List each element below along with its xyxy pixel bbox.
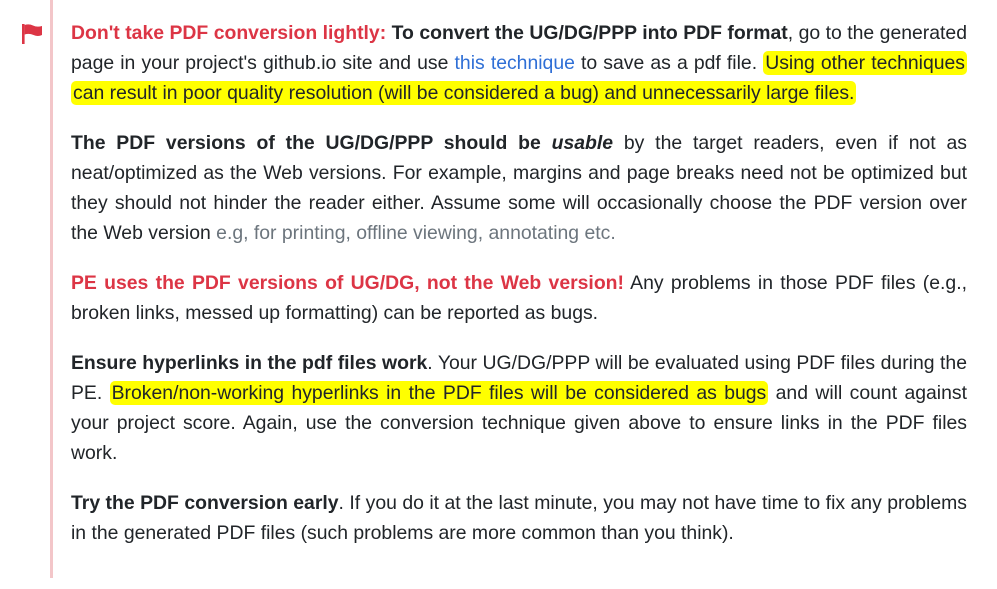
warning-lead: Don't take PDF conversion lightly:	[71, 22, 387, 44]
bold-instruction: Try the PDF conversion early	[71, 492, 339, 514]
paragraph-usable: The PDF versions of the UG/DG/PPP should…	[71, 128, 967, 248]
warning-lead: PE uses the PDF versions of UG/DG, not t…	[71, 272, 624, 294]
paragraph-text: to save as a pdf file.	[574, 52, 764, 74]
bold-instruction: Ensure hyperlinks in the pdf files work	[71, 352, 428, 374]
emphasis-usable: usable	[551, 132, 614, 154]
bold-instruction: To convert the UG/DG/PPP into PDF format	[391, 22, 788, 44]
callout-content: Don't take PDF conversion lightly: To co…	[71, 18, 967, 568]
paragraph-hyperlinks: Ensure hyperlinks in the pdf files work.…	[71, 348, 967, 468]
bold-statement: The PDF versions of the UG/DG/PPP should…	[71, 132, 613, 154]
paragraph-pe-versions: PE uses the PDF versions of UG/DG, not t…	[71, 268, 967, 328]
muted-examples: e.g, for printing, offline viewing, anno…	[216, 222, 616, 244]
paragraph-pdf-conversion: Don't take PDF conversion lightly: To co…	[71, 18, 967, 108]
pdf-conversion-callout: Don't take PDF conversion lightly: To co…	[0, 0, 997, 589]
highlighted-warning: Broken/non-working hyperlinks in the PDF…	[109, 381, 769, 405]
flag-icon	[22, 24, 42, 44]
technique-link[interactable]: this technique	[455, 52, 575, 74]
bold-text: The PDF versions of the UG/DG/PPP should…	[71, 132, 552, 154]
callout-side-bar	[50, 0, 53, 578]
paragraph-try-early: Try the PDF conversion early. If you do …	[71, 488, 967, 548]
